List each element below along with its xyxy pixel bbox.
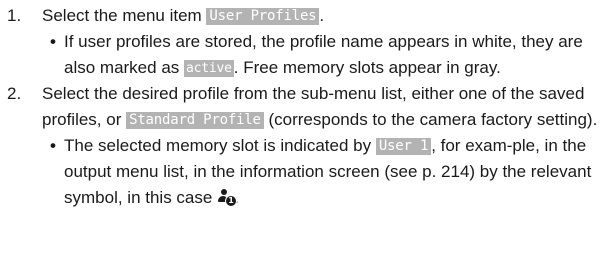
bullet-item: • If user profiles are stored, the profi… <box>42 29 599 81</box>
step-number: 2. <box>7 84 22 103</box>
menu-tag-user-profiles: User Profiles <box>206 8 320 25</box>
menu-tag-user-1: User 1 <box>375 138 432 155</box>
step-instruction: Select the desired profile from the sub-… <box>42 81 599 133</box>
step-text: . <box>319 6 325 25</box>
bullet-text: The selected memory slot is indicated by… <box>64 133 599 211</box>
user-profile-1-icon: 1 <box>217 188 238 207</box>
step-1: 1. Select the menu item User Profiles. •… <box>6 3 599 81</box>
bullet-item: • The selected memory slot is indicated … <box>42 133 599 211</box>
step-body: Select the menu item User Profiles. • If… <box>42 3 599 81</box>
step-text: Select the menu item <box>42 6 207 25</box>
profile-number-badge: 1 <box>225 195 238 207</box>
menu-tag-active: active <box>184 60 234 77</box>
step-text: (corresponds to the camera factory setti… <box>263 110 598 129</box>
step-instruction: Select the menu item User Profiles. <box>42 3 599 29</box>
bullet-icon: • <box>50 136 56 155</box>
bullet-icon: • <box>50 32 56 51</box>
step-2: 2. Select the desired profile from the s… <box>6 81 599 211</box>
bullet-text: If user profiles are stored, the profile… <box>64 29 599 81</box>
profile-head-shape <box>221 189 228 195</box>
bullet-text-part: The selected memory slot is indicated by <box>64 136 376 155</box>
manual-page: 1. Select the menu item User Profiles. •… <box>0 0 605 278</box>
step-number: 1. <box>7 6 22 25</box>
bullet-text-part: . Free memory slots appear in gray. <box>233 58 501 77</box>
step-body: Select the desired profile from the sub-… <box>42 81 599 211</box>
menu-tag-standard-profile: Standard Profile <box>126 112 264 129</box>
